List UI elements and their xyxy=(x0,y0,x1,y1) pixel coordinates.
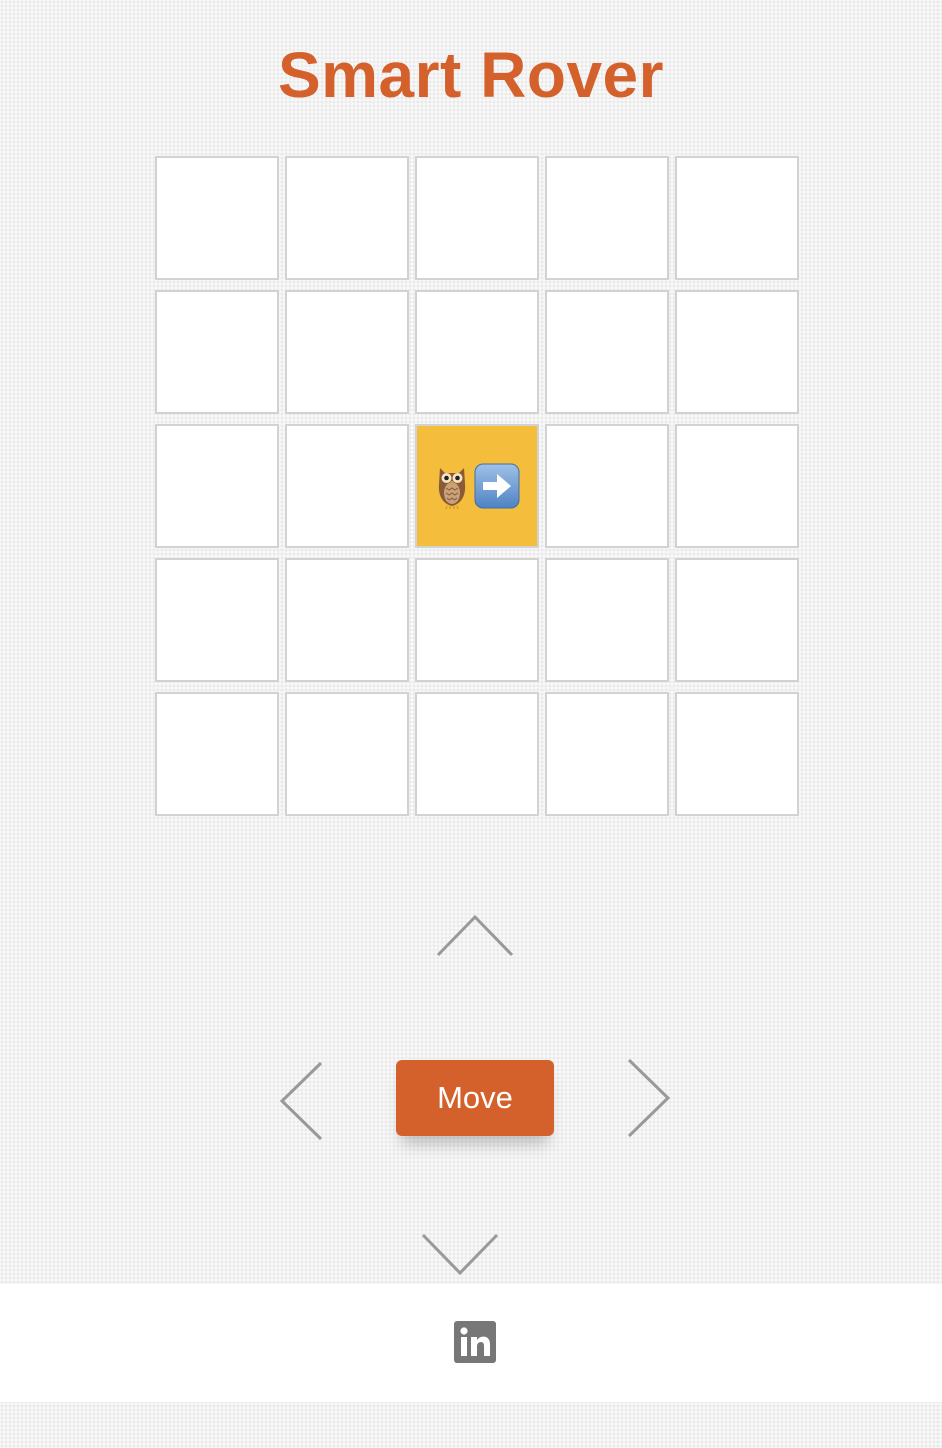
grid-cell[interactable] xyxy=(675,558,799,682)
linkedin-icon xyxy=(454,1321,496,1363)
grid-cell[interactable] xyxy=(285,290,409,414)
right-arrow-button[interactable] xyxy=(626,1058,672,1138)
grid-cell[interactable] xyxy=(545,156,669,280)
chevron-left-icon xyxy=(279,1061,323,1141)
footer xyxy=(0,1284,942,1402)
grid-cell[interactable] xyxy=(285,424,409,548)
grid-cell[interactable] xyxy=(415,692,539,816)
chevron-right-icon xyxy=(627,1058,671,1138)
page-title: Smart Rover xyxy=(277,39,665,111)
grid-cell[interactable] xyxy=(155,558,279,682)
chevron-up-icon xyxy=(436,914,514,957)
grid-cell[interactable] xyxy=(155,424,279,548)
grid-cell-rover[interactable] xyxy=(415,424,539,548)
grid-cell[interactable] xyxy=(155,156,279,280)
chevron-down-icon xyxy=(421,1233,499,1276)
grid-cell[interactable] xyxy=(415,156,539,280)
grid-cell[interactable] xyxy=(545,424,669,548)
rover-grid xyxy=(155,156,799,816)
grid-cell[interactable] xyxy=(415,558,539,682)
grid-cell[interactable] xyxy=(545,692,669,816)
grid-cell[interactable] xyxy=(285,558,409,682)
grid-cell[interactable] xyxy=(415,290,539,414)
grid-cell[interactable] xyxy=(675,156,799,280)
grid-cell[interactable] xyxy=(545,558,669,682)
grid-cell[interactable] xyxy=(675,424,799,548)
right-arrow-icon xyxy=(474,463,520,509)
grid-cell[interactable] xyxy=(155,290,279,414)
owl-icon xyxy=(438,468,466,510)
up-arrow-button[interactable] xyxy=(436,914,514,958)
grid-cell[interactable] xyxy=(155,692,279,816)
grid-cell[interactable] xyxy=(675,290,799,414)
rover xyxy=(434,462,520,510)
grid-cell[interactable] xyxy=(285,156,409,280)
grid-cell[interactable] xyxy=(285,692,409,816)
grid-cell[interactable] xyxy=(675,692,799,816)
down-arrow-button[interactable] xyxy=(421,1232,499,1276)
left-arrow-button[interactable] xyxy=(278,1061,324,1141)
linkedin-link[interactable] xyxy=(454,1321,496,1363)
move-button[interactable]: Move xyxy=(396,1060,554,1136)
grid-cell[interactable] xyxy=(545,290,669,414)
